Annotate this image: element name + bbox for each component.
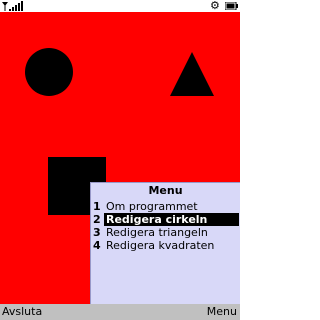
menu-item-about[interactable]: 1 Om programmet (91, 200, 240, 213)
menu-item-label: Om programmet (106, 200, 198, 213)
gear-icon: ⚙ (210, 0, 220, 12)
menu-item-number: 1 (93, 200, 101, 213)
menu-item-edit-triangle[interactable]: 3 Redigera triangeln (91, 226, 240, 239)
menu-item-number: 3 (93, 226, 101, 239)
menu-item-edit-circle[interactable]: 2 Redigera cirkeln (91, 213, 240, 226)
menu-item-label: Redigera triangeln (106, 226, 208, 239)
circle-shape (25, 48, 73, 96)
menu-item-number: 4 (93, 239, 101, 252)
signal-strength-icon (2, 1, 23, 11)
menu-item-label: Redigera kvadraten (106, 239, 215, 252)
menu-softkey[interactable]: Menu (207, 305, 237, 319)
softkey-bar: Avsluta Menu (0, 304, 240, 320)
menu-item-number: 2 (93, 213, 101, 226)
menu-item-edit-square[interactable]: 4 Redigera kvadraten (91, 239, 240, 252)
menu-title: Menu (148, 184, 183, 197)
battery-icon (225, 2, 238, 10)
exit-softkey[interactable]: Avsluta (2, 305, 42, 319)
menu-list: 1 Om programmet 2 Redigera cirkeln 3 Red… (91, 200, 240, 252)
menu-item-label: Redigera cirkeln (104, 213, 239, 226)
phone-screen: ⚙ Menu 1 Om programmet 2 Redigera cirkel… (0, 0, 240, 320)
status-bar: ⚙ (0, 0, 240, 12)
options-menu: Menu 1 Om programmet 2 Redigera cirkeln … (90, 182, 240, 304)
triangle-shape (170, 52, 214, 96)
